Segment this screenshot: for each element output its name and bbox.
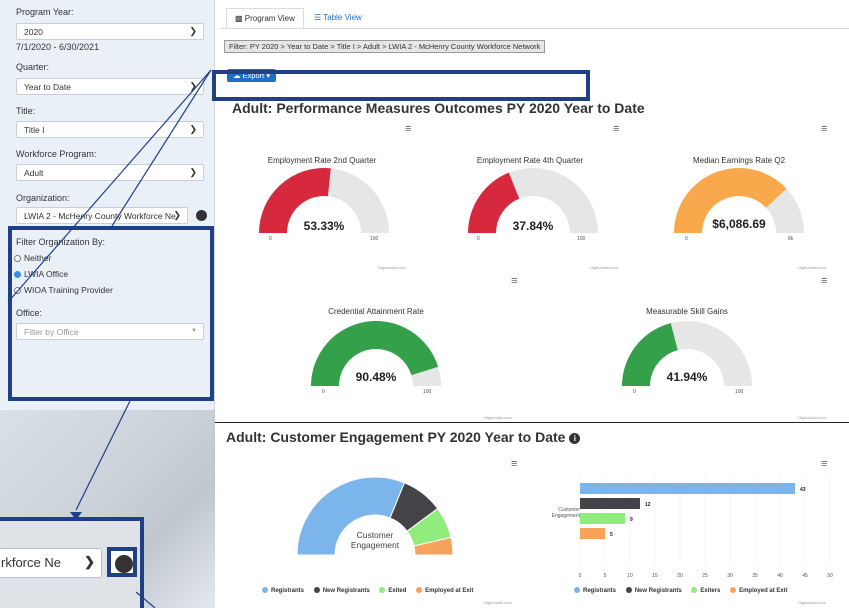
x-tick-label: 30	[727, 573, 733, 579]
x-tick-label: 10	[627, 573, 633, 579]
gauge-max-label: 100	[735, 389, 744, 395]
globe-icon[interactable]	[196, 210, 207, 221]
highcharts-credit[interactable]: Highcharts.com	[798, 415, 826, 420]
program-year-label: Program Year:	[16, 7, 74, 17]
section-title-engagement: Adult: Customer Engagement PY 2020 Year …	[226, 429, 581, 445]
bar-value-label: 12	[645, 502, 651, 508]
program-year-select[interactable]: 2020 ❯	[16, 23, 204, 40]
legend-dot-icon	[625, 587, 632, 593]
zoomed-globe-button[interactable]	[107, 547, 137, 577]
legend-item[interactable]: Registrants	[574, 587, 616, 594]
x-tick-label: 0	[579, 573, 582, 579]
info-icon[interactable]: i	[569, 433, 581, 444]
chevron-down-icon: ❯	[189, 26, 197, 36]
workforce-program-label: Workforce Program:	[16, 149, 97, 159]
chevron-down-icon: ❯	[189, 167, 197, 177]
callout-box-export	[212, 70, 590, 101]
x-tick-label: 20	[677, 573, 683, 579]
legend-dot-icon	[416, 587, 423, 593]
gauge-min-label: 0	[633, 389, 636, 395]
gauge-value: $6,086.69	[712, 217, 766, 231]
donut-center-label: Customer Engagement	[350, 530, 400, 550]
legend-dot-icon	[313, 587, 320, 593]
bar[interactable]	[580, 513, 625, 524]
x-tick-label: 40	[777, 573, 783, 579]
workforce-program-select[interactable]: Adult ❯	[16, 164, 204, 181]
highcharts-credit[interactable]: Highcharts.com	[484, 600, 512, 605]
gauge-min-label: 0	[269, 236, 272, 242]
x-tick-label: 45	[802, 573, 808, 579]
organization-label: Organization:	[16, 193, 70, 203]
quarter-label: Quarter:	[16, 62, 50, 72]
legend-item[interactable]: New Registrants	[625, 587, 682, 594]
globe-icon	[115, 555, 133, 573]
x-tick-label: 35	[752, 573, 758, 579]
title-select[interactable]: Title I ❯	[16, 121, 204, 138]
gauge-fill[interactable]	[468, 172, 520, 233]
chevron-down-icon: ❯	[189, 124, 197, 134]
legend-dot-icon	[379, 587, 386, 593]
bar[interactable]	[580, 528, 605, 539]
legend-dot-icon	[262, 587, 268, 593]
gauge-max-label: 100	[577, 236, 586, 242]
legend-item[interactable]: Employed at Exit	[730, 587, 787, 594]
bar-value-label: 5	[610, 532, 613, 538]
callout-box-filter	[8, 226, 214, 401]
section-divider	[215, 422, 849, 423]
chevron-down-icon: ❯	[173, 210, 181, 220]
gauge-max-label: 8k	[788, 236, 794, 242]
engagement-donut-chart	[296, 476, 454, 556]
bar-value-label: 43	[800, 487, 806, 493]
bar-legend: Registrants New Registrants Exiters Empl…	[574, 587, 795, 594]
chevron-down-icon: ❯	[189, 81, 197, 91]
gauge-max-label: 100	[370, 236, 379, 242]
zoom-callout-organization: rkforce Ne ❯	[0, 517, 144, 608]
highcharts-credit[interactable]: Highcharts.com	[798, 265, 826, 270]
highcharts-credit[interactable]: Highcharts.com	[590, 265, 618, 270]
gauge-value: 90.48%	[355, 370, 397, 384]
bar[interactable]	[580, 498, 640, 509]
title-label: Title:	[16, 106, 36, 116]
gauge-min-label: 0	[322, 389, 325, 395]
donut-legend: Registrants New Registrants Exited Emplo…	[262, 587, 481, 594]
organization-select[interactable]: LWIA 2 - McHenry County Workforce Ne ❯	[16, 207, 188, 224]
gauge-charts	[259, 167, 804, 386]
x-tick-label: 50	[827, 573, 833, 579]
legend-item[interactable]: Registrants	[262, 587, 304, 594]
x-tick-label: 5	[604, 573, 607, 579]
gauge-value: 53.33%	[303, 219, 345, 233]
legend-dot-icon	[730, 587, 737, 593]
zoomed-organization-select[interactable]: rkforce Ne ❯	[0, 548, 102, 578]
highcharts-credit[interactable]: Highcharts.com	[798, 600, 826, 605]
chevron-down-icon: ❯	[84, 554, 95, 569]
engagement-bar-chart: 4312950 5 10 15 20 25 30 35 40 45 50	[579, 475, 833, 579]
quarter-select[interactable]: Year to Date ❯	[16, 78, 204, 95]
x-tick-label: 15	[652, 573, 658, 579]
chart-menu-icon[interactable]: ≡	[511, 458, 517, 470]
tab-underline	[220, 28, 849, 29]
bar[interactable]	[580, 483, 795, 494]
bar-value-label: 9	[630, 517, 633, 523]
legend-dot-icon	[691, 587, 698, 593]
legend-item[interactable]: Exiters	[691, 587, 720, 594]
highcharts-credit[interactable]: Highcharts.com	[484, 415, 512, 420]
gauge-min-label: 0	[477, 236, 480, 242]
gauge-value: 41.94%	[666, 370, 708, 384]
date-range-text: 7/1/2020 - 6/30/2021	[16, 42, 100, 52]
chart-menu-icon[interactable]: ≡	[821, 458, 827, 470]
highcharts-credit[interactable]: Highcharts.com	[378, 265, 406, 270]
bar-category-label: Customer Engagement	[551, 507, 580, 519]
gauge-value: 37.84%	[512, 219, 554, 233]
gauge-max-label: 100	[423, 389, 432, 395]
legend-item[interactable]: New Registrants	[313, 587, 370, 594]
legend-item[interactable]: Exited	[379, 587, 406, 594]
x-tick-label: 25	[702, 573, 708, 579]
legend-item[interactable]: Employed at Exit	[416, 587, 473, 594]
gauge-min-label: 0	[685, 236, 688, 242]
legend-dot-icon	[574, 587, 580, 593]
